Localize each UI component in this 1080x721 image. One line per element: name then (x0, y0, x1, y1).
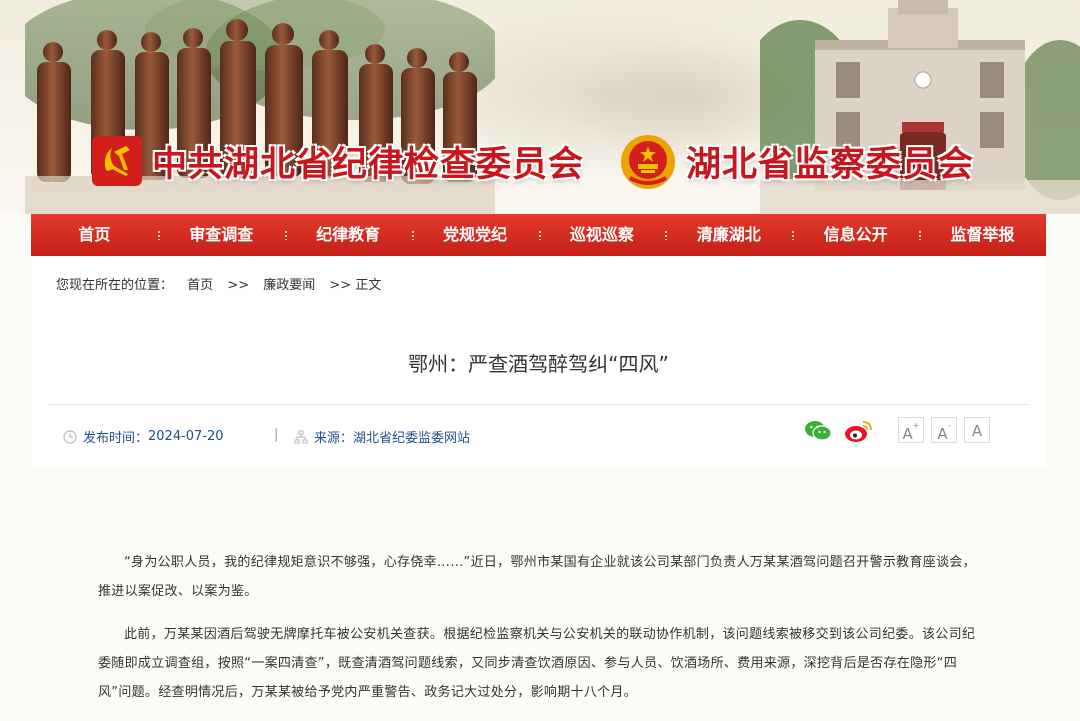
publish-info: 发布时间： 2024-07-20 (63, 427, 224, 446)
publish-date: 2024-07-20 (148, 429, 224, 444)
font-size-reset-button[interactable]: A (964, 417, 990, 443)
breadcrumb-home-link[interactable]: 首页 (187, 278, 213, 293)
font-decrease-sup: - (947, 421, 951, 430)
wechat-icon[interactable] (804, 419, 832, 443)
main-nav: 首页 审查调查 纪律教育 党规党纪 巡视巡察 清廉湖北 信息公开 监督举报 (31, 214, 1046, 256)
national-emblem-icon (621, 135, 675, 189)
banner-title-party: 中共湖北省纪律检查委员会 (152, 144, 585, 185)
article-title: 鄂州：严查酒驾醉驾纠“四风” (408, 352, 669, 376)
meta-divider: | (274, 427, 279, 442)
nav-item-discipline-education[interactable]: 纪律教育 (284, 214, 412, 256)
font-increase-sup: + (912, 421, 920, 430)
font-decrease-label: A (937, 425, 948, 443)
clock-icon (63, 429, 77, 444)
article-paragraph-1: “身为公职人员，我的纪律规矩意识不够强，心存侥幸……”近日，鄂州市某国有企业就该… (98, 555, 976, 599)
breadcrumb-prefix: 您现在所在的位置： (56, 278, 174, 293)
source-label: 来源： (314, 431, 354, 446)
breadcrumb: 您现在所在的位置： 首页 >> 廉政要闻 >> 正文 (56, 274, 391, 293)
banner-title-commission: 湖北省监察委员会 (686, 144, 975, 185)
font-size-increase-button[interactable]: A+ (898, 417, 924, 443)
article-header-panel: 您现在所在的位置： 首页 >> 廉政要闻 >> 正文 鄂州：严查酒驾醉驾纠“四风… (31, 256, 1046, 466)
nav-item-party-rules[interactable]: 党规党纪 (411, 214, 539, 256)
breadcrumb-news-link[interactable]: 廉政要闻 (263, 278, 315, 293)
site-banner: 中共湖北省纪律检查委员会 湖北省监察委员会 (0, 0, 1080, 214)
nav-item-investigation[interactable]: 审查调查 (157, 214, 285, 256)
article-body: “身为公职人员，我的纪律规矩意识不够强，心存侥幸……”近日，鄂州市某国有企业就该… (98, 548, 980, 721)
article-meta-bar: 发布时间： 2024-07-20 | 来源： 湖北省纪委监委网站 A+ A- A (48, 404, 1029, 465)
party-emblem-icon (92, 136, 142, 186)
nav-item-report[interactable]: 监督举报 (919, 214, 1046, 256)
article-paragraph-2: 此前，万某某因酒后驾驶无牌摩托车被公安机关查获。根据纪检监察机关与公安机关的联动… (98, 627, 976, 700)
source-info: 来源： 湖北省纪委监委网站 (294, 427, 470, 446)
nav-item-clean-hubei[interactable]: 清廉湖北 (665, 214, 792, 256)
publish-label: 发布时间： (83, 431, 149, 446)
font-size-decrease-button[interactable]: A- (931, 417, 957, 443)
breadcrumb-separator: >> (227, 278, 250, 293)
source-name: 湖北省纪委监委网站 (353, 431, 471, 446)
nav-item-home[interactable]: 首页 (31, 214, 158, 256)
nav-item-inspection[interactable]: 巡视巡察 (538, 214, 666, 256)
breadcrumb-current: >> 正文 (329, 278, 382, 293)
sitemap-icon (294, 430, 308, 443)
nav-item-info-disclosure[interactable]: 信息公开 (792, 214, 919, 256)
font-reset-label: A (971, 422, 983, 440)
font-increase-label: A (902, 425, 913, 443)
weibo-icon[interactable] (844, 419, 874, 443)
